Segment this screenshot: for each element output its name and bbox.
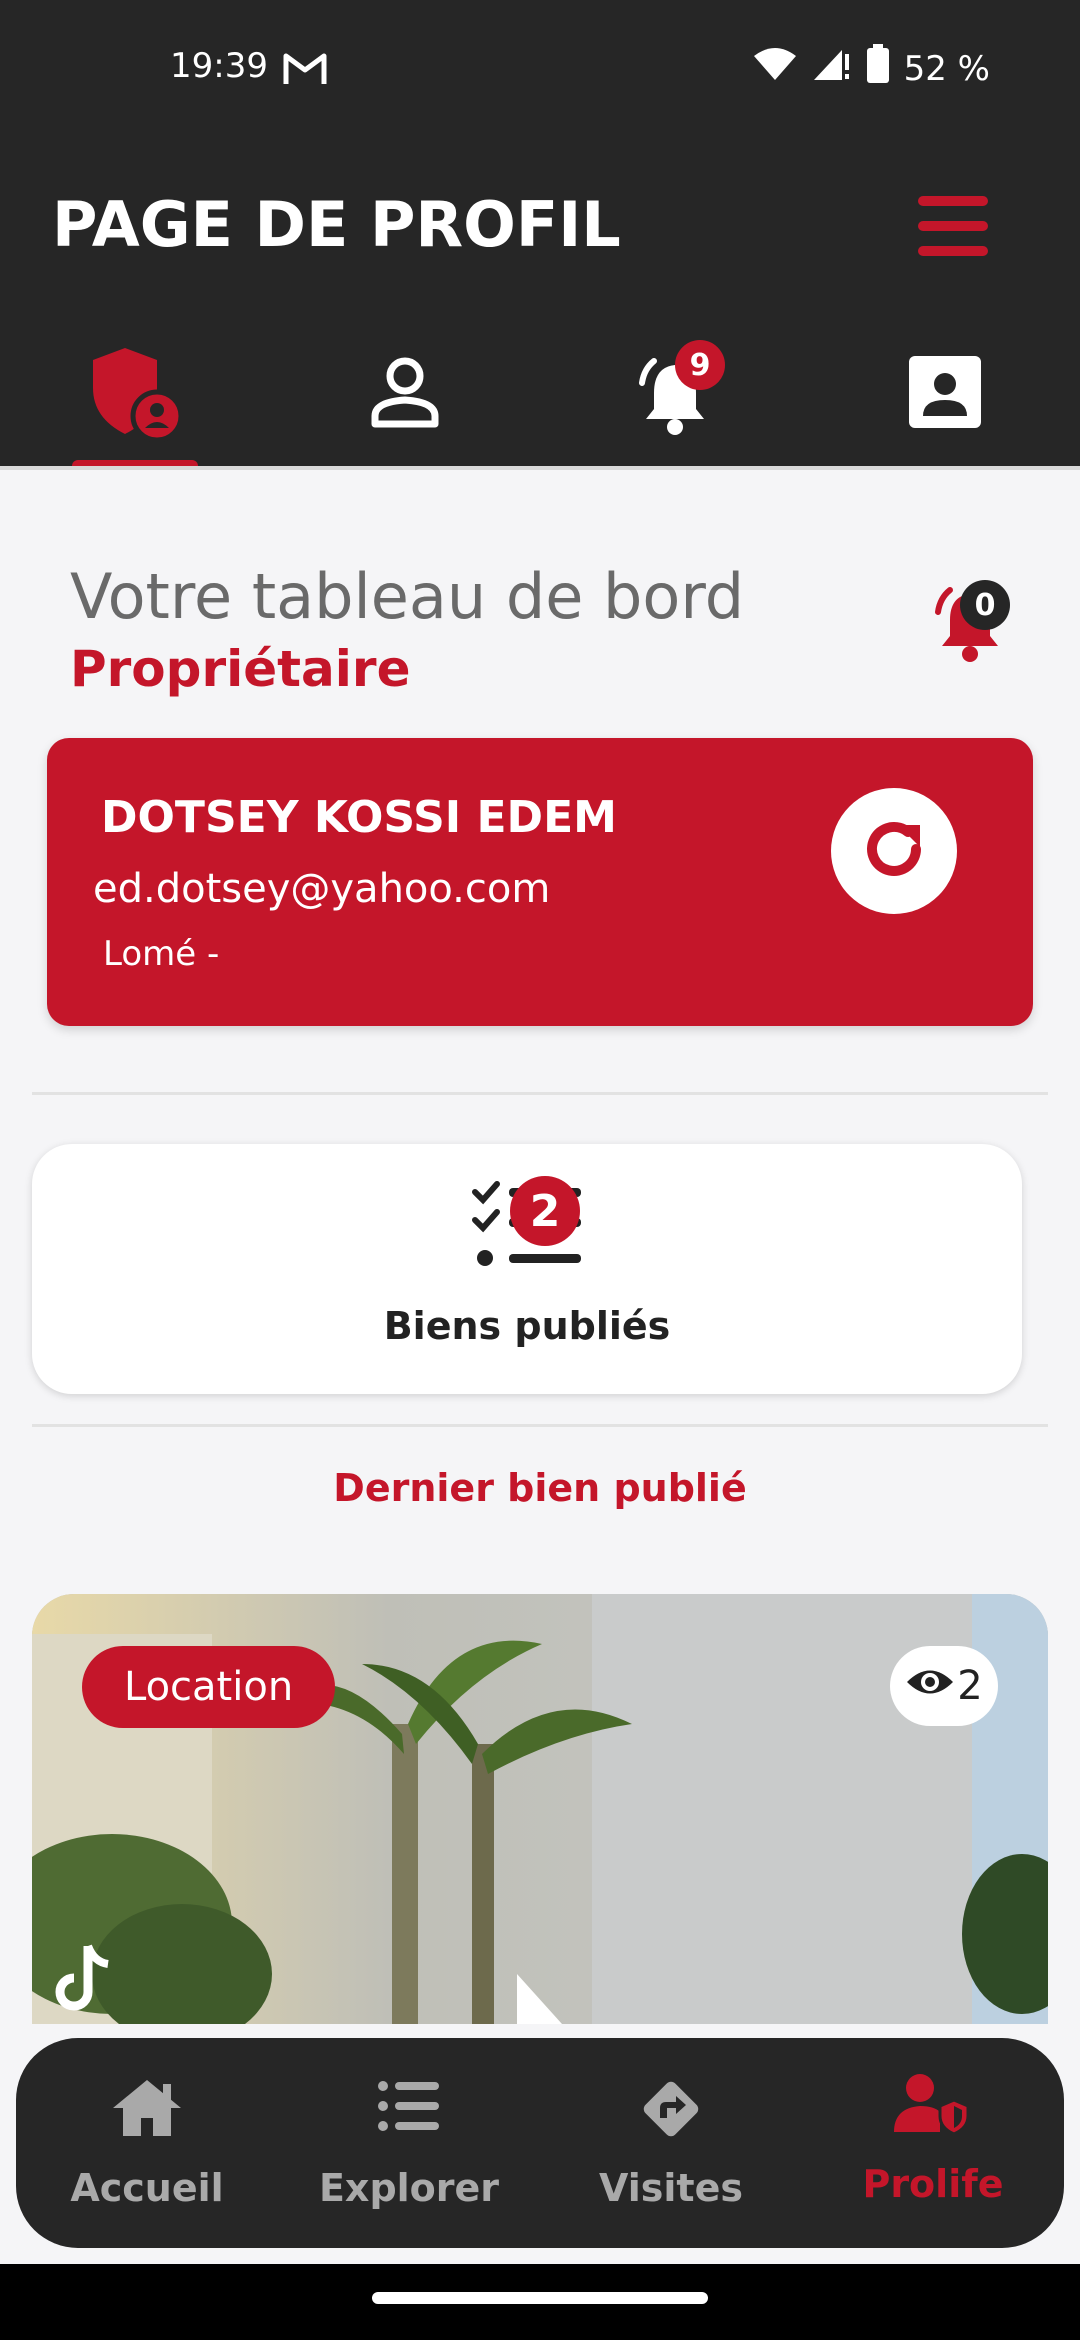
- views-badge: 2: [890, 1646, 998, 1726]
- app-header: PAGE DE PROFIL 9: [0, 140, 1080, 470]
- tab-user[interactable]: [270, 318, 540, 470]
- tab-notifications[interactable]: 9: [540, 318, 810, 470]
- nav-label: Prolife: [862, 2162, 1004, 2206]
- nav-visites[interactable]: Visites: [540, 2038, 802, 2248]
- published-stat-card[interactable]: 2 Biens publiés: [32, 1144, 1022, 1394]
- user-email: ed.dotsey@yahoo.com: [93, 866, 551, 912]
- user-name: DOTSEY KOSSI EDEM: [101, 792, 617, 843]
- dashboard-title: Votre tableau de bord: [70, 560, 745, 633]
- last-published-media[interactable]: Location 2: [32, 1594, 1048, 2024]
- home-icon: [16, 2076, 278, 2140]
- nav-accueil[interactable]: Accueil: [16, 2038, 278, 2248]
- dashboard-role: Propriétaire: [70, 640, 411, 698]
- listing-type-badge: Location: [82, 1646, 336, 1728]
- signal-icon: [812, 46, 852, 91]
- gmail-icon: [282, 50, 328, 90]
- published-label: Biens publiés: [383, 1304, 671, 1348]
- battery-percent: 52 %: [903, 48, 990, 89]
- page-title: PAGE DE PROFIL: [52, 188, 621, 261]
- refresh-button[interactable]: [831, 788, 957, 914]
- user-outline-icon: [369, 354, 441, 434]
- status-time: 19:39: [170, 46, 268, 86]
- wifi-icon: [752, 46, 798, 91]
- section-divider-2: [32, 1424, 1048, 1427]
- dashboard-notif-badge: 0: [960, 580, 1010, 630]
- nav-label: Visites: [599, 2166, 743, 2210]
- nav-label: Accueil: [70, 2166, 224, 2210]
- refresh-icon: [858, 813, 930, 889]
- tab-contact[interactable]: [810, 318, 1080, 470]
- tab-owner-dashboard[interactable]: [0, 318, 270, 470]
- user-info-card: DOTSEY KOSSI EDEM ed.dotsey@yahoo.com Lo…: [47, 738, 1033, 1026]
- last-published-title: Dernier bien publié: [333, 1466, 747, 1510]
- battery-icon: [866, 44, 890, 93]
- home-gesture-pill[interactable]: [372, 2292, 708, 2304]
- nav-label: Explorer: [318, 2166, 500, 2210]
- bottom-navigation: Accueil Explorer Visites Prolife: [16, 2038, 1064, 2248]
- profile-tabs: 9: [0, 318, 1080, 470]
- status-right: 52 %: [752, 44, 990, 93]
- contact-card-icon: [909, 356, 981, 432]
- nav-explorer[interactable]: Explorer: [278, 2038, 540, 2248]
- section-divider: [32, 1092, 1048, 1095]
- header-divider: [0, 466, 1080, 470]
- list-icon: [278, 2076, 540, 2140]
- user-location: Lomé -: [103, 934, 220, 974]
- views-count: 2: [957, 1663, 983, 1709]
- user-shield-icon: [802, 2072, 1064, 2136]
- dashboard-notifications-button[interactable]: 0: [928, 580, 1018, 670]
- nav-prolife[interactable]: Prolife: [802, 2038, 1064, 2248]
- eye-icon: [905, 1663, 955, 1709]
- status-bar: 19:39 52 %: [0, 0, 1080, 140]
- hamburger-menu-icon[interactable]: [918, 196, 992, 256]
- system-navigation-bar: [0, 2264, 1080, 2340]
- published-count-badge: 2: [510, 1176, 580, 1246]
- notifications-badge: 9: [675, 340, 725, 390]
- shield-user-icon: [85, 342, 185, 446]
- directions-icon: [540, 2076, 802, 2140]
